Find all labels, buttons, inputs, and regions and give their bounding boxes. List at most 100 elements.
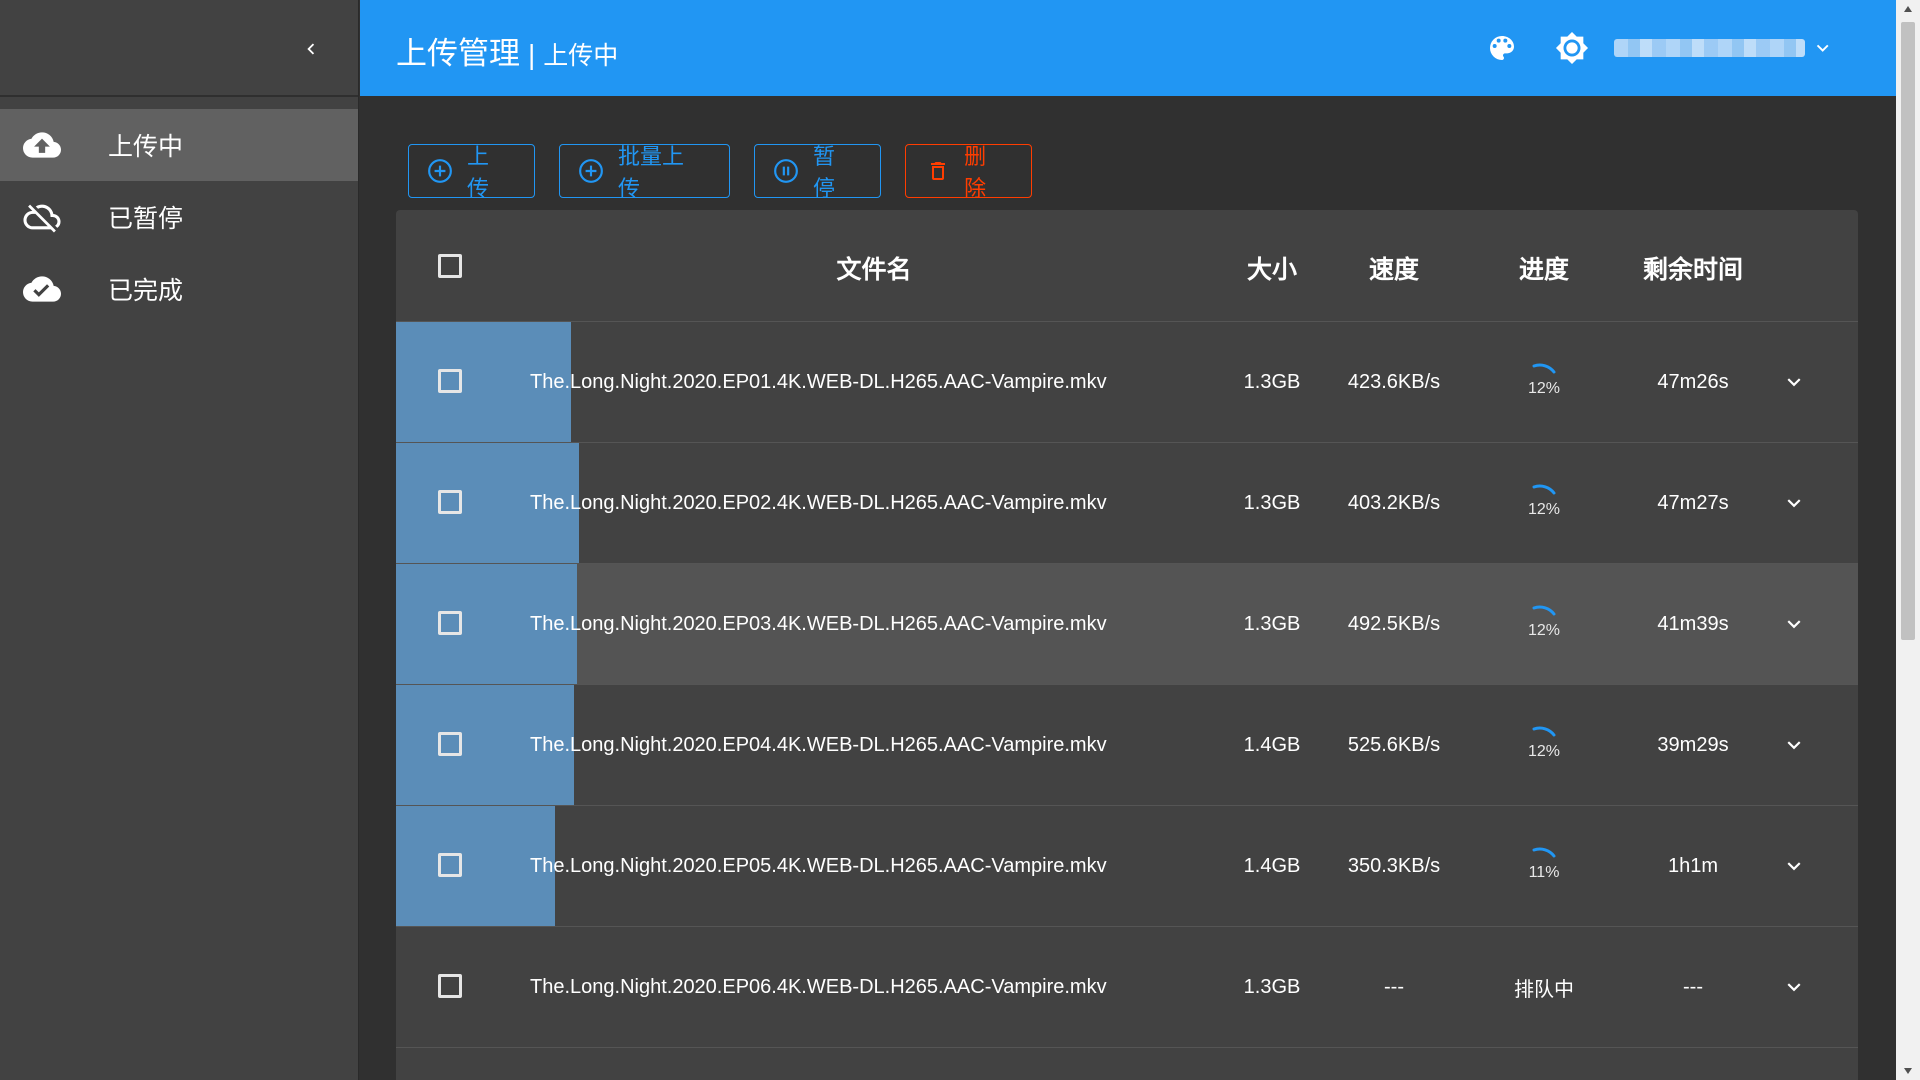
chevron-down-icon	[1787, 741, 1801, 750]
upload-button-label: 上传	[467, 144, 490, 201]
user-menu[interactable]	[1614, 30, 1834, 66]
file-size: 1.4GB	[1243, 854, 1301, 877]
progress-spinner: 12%	[1514, 715, 1574, 775]
scrollbar-thumb[interactable]	[1901, 22, 1915, 640]
chevron-down-icon	[1787, 620, 1801, 629]
row-checkbox[interactable]	[438, 853, 462, 877]
page-title-text: 上传管理	[396, 36, 520, 71]
sidebar-item-completed[interactable]: 已完成	[0, 253, 358, 325]
app-header: 上传管理 | 上传中	[360, 0, 1896, 96]
cloud-check-icon	[22, 271, 62, 307]
batch-upload-button[interactable]: 批量上传	[559, 144, 730, 201]
column-header-size[interactable]: 大小	[1224, 250, 1320, 286]
add-circle-icon	[578, 158, 604, 184]
progress-spinner: 12%	[1514, 352, 1574, 412]
file-size: 1.3GB	[1243, 975, 1301, 998]
upload-speed: ---	[1384, 975, 1404, 998]
page-title: 上传管理 | 上传中	[396, 28, 618, 73]
progress-spinner: 12%	[1514, 594, 1574, 654]
sidebar-nav: 上传中 已暂停 已完成	[0, 109, 358, 325]
sidebar-header	[0, 0, 358, 97]
expand-row-button[interactable]	[1774, 322, 1814, 442]
sidebar-item-paused[interactable]: 已暂停	[0, 181, 358, 253]
page-scrollbar[interactable]	[1896, 0, 1920, 1080]
chevron-left-icon	[307, 43, 315, 55]
collapse-sidebar-button[interactable]	[296, 34, 326, 64]
progress-percent: 11%	[1528, 864, 1560, 881]
upload-progress: 12%	[1476, 685, 1612, 805]
upload-speed: 403.2KB/s	[1347, 491, 1441, 514]
user-name-redacted	[1614, 39, 1805, 57]
file-name: The.Long.Night.2020.EP01.4K.WEB-DL.H265.…	[530, 370, 1107, 393]
batch-upload-button-label: 批量上传	[618, 144, 685, 201]
table-row[interactable]: The.Long.Night.2020.EP05.4K.WEB-DL.H265.…	[396, 806, 1858, 927]
brightness-toggle-button[interactable]	[1554, 30, 1590, 66]
row-checkbox[interactable]	[438, 732, 462, 756]
file-size: 1.3GB	[1243, 491, 1301, 514]
table-header: 文件名 大小 速度 进度 剩余时间	[396, 210, 1858, 322]
table-row[interactable]: The.Long.Night.2020.EP03.4K.WEB-DL.H265.…	[396, 564, 1858, 685]
spinner-arc-icon	[1532, 726, 1556, 737]
delete-button[interactable]: 删除	[905, 144, 1032, 201]
expand-row-button[interactable]	[1774, 564, 1814, 684]
upload-progress: 12%	[1476, 564, 1612, 684]
table-row[interactable]: The.Long.Night.2020.EP06.4K.WEB-DL.H265.…	[396, 927, 1858, 1048]
row-checkbox[interactable]	[438, 369, 462, 393]
column-header-speed[interactable]: 速度	[1344, 250, 1444, 286]
column-header-progress[interactable]: 进度	[1494, 250, 1594, 286]
file-name: The.Long.Night.2020.EP05.4K.WEB-DL.H265.…	[530, 854, 1107, 877]
upload-speed: 525.6KB/s	[1347, 733, 1441, 756]
row-checkbox[interactable]	[438, 611, 462, 635]
file-name: The.Long.Night.2020.EP06.4K.WEB-DL.H265.…	[530, 975, 1107, 998]
action-toolbar: 上传 批量上传 暂停 删除	[408, 144, 1032, 201]
queue-status: 排队中	[1514, 978, 1574, 1001]
row-checkbox[interactable]	[438, 974, 462, 998]
column-header-name[interactable]: 文件名	[814, 250, 934, 286]
chevron-down-icon	[1787, 983, 1801, 992]
upload-progress: 排队中	[1476, 927, 1612, 1047]
column-header-remaining[interactable]: 剩余时间	[1618, 250, 1768, 286]
chevron-down-icon	[1816, 44, 1829, 52]
pause-circle-icon	[773, 158, 799, 184]
pause-button[interactable]: 暂停	[754, 144, 881, 201]
table-row[interactable]: The.Long.Night.2020.EP02.4K.WEB-DL.H265.…	[396, 443, 1858, 564]
sidebar-item-label: 已暂停	[108, 205, 184, 233]
select-all-checkbox[interactable]	[438, 254, 462, 278]
table-row[interactable]: The.Long.Night.2020.EP04.4K.WEB-DL.H265.…	[396, 685, 1858, 806]
theme-palette-button[interactable]	[1484, 30, 1520, 66]
cloud-upload-icon	[22, 127, 62, 163]
palette-icon	[1490, 36, 1514, 60]
table-row[interactable]: The.Long.Night.2020.EP01.4K.WEB-DL.H265.…	[396, 322, 1858, 443]
scroll-up-arrow-icon[interactable]	[1896, 0, 1920, 18]
file-name: The.Long.Night.2020.EP04.4K.WEB-DL.H265.…	[530, 733, 1107, 756]
progress-spinner: 11%	[1514, 836, 1574, 896]
remaining-time: 47m26s	[1657, 370, 1729, 393]
sidebar-item-label: 已完成	[108, 277, 184, 305]
chevron-down-icon	[1787, 862, 1801, 871]
progress-percent: 12%	[1527, 743, 1561, 760]
chevron-down-icon	[1787, 378, 1801, 387]
sidebar: 上传中 已暂停 已完成	[0, 0, 359, 1080]
scroll-down-arrow-icon[interactable]	[1896, 1062, 1920, 1080]
sidebar-item-label: 上传中	[108, 133, 184, 161]
expand-row-button[interactable]	[1774, 927, 1814, 1047]
file-size: 1.4GB	[1243, 733, 1301, 756]
upload-speed: 492.5KB/s	[1347, 612, 1441, 635]
row-checkbox[interactable]	[438, 490, 462, 514]
upload-speed: 423.6KB/s	[1347, 370, 1441, 393]
upload-button[interactable]: 上传	[408, 144, 535, 201]
progress-percent: 12%	[1527, 622, 1561, 639]
sidebar-item-uploading[interactable]: 上传中	[0, 109, 358, 181]
chevron-down-icon	[1787, 499, 1801, 508]
spinner-arc-icon	[1532, 484, 1556, 495]
upload-speed: 350.3KB/s	[1347, 854, 1441, 877]
expand-row-button[interactable]	[1774, 806, 1814, 926]
remaining-time: 41m39s	[1657, 612, 1729, 635]
remaining-time: ---	[1683, 975, 1703, 998]
spinner-arc-icon	[1532, 847, 1556, 858]
expand-row-button[interactable]	[1774, 685, 1814, 805]
file-size: 1.3GB	[1243, 370, 1301, 393]
upload-progress: 12%	[1476, 443, 1612, 563]
expand-row-button[interactable]	[1774, 443, 1814, 563]
trash-icon	[926, 158, 950, 184]
